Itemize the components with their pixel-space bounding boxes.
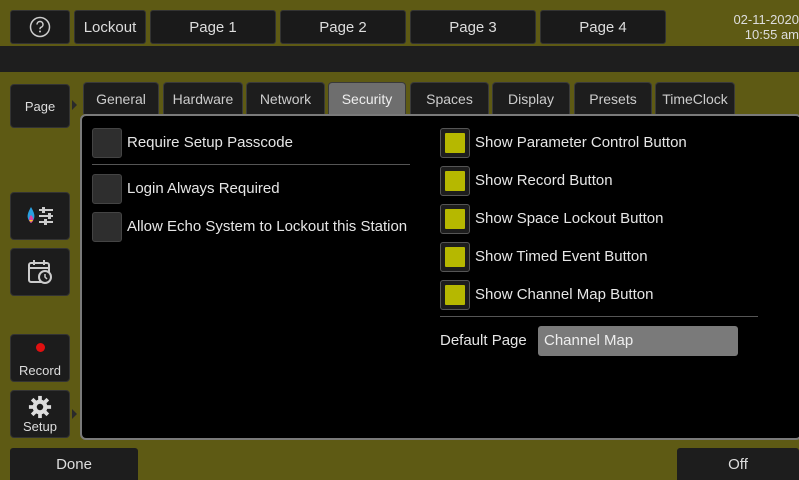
show-space-lockout-label: Show Space Lockout Button	[475, 210, 664, 227]
page-button[interactable]: Page	[10, 84, 70, 128]
page-4-button[interactable]: Page 4	[540, 10, 666, 44]
record-button[interactable]: Record	[10, 334, 70, 382]
default-page-label: Default Page	[440, 332, 527, 349]
tab-hardware[interactable]: Hardware	[163, 82, 243, 114]
show-channel-map-label: Show Channel Map Button	[475, 286, 654, 303]
calendar-clock-icon	[28, 260, 52, 284]
allow-echo-lockout-checkbox[interactable]	[92, 212, 122, 242]
setup-button[interactable]: Setup	[10, 390, 70, 438]
show-record-checkbox[interactable]	[440, 166, 470, 196]
record-dot-icon	[35, 343, 45, 352]
require-setup-passcode-label: Require Setup Passcode	[127, 134, 293, 151]
tab-spaces[interactable]: Spaces	[410, 82, 489, 114]
security-panel: Require Setup Passcode Login Always Requ…	[80, 114, 799, 440]
page-3-button[interactable]: Page 3	[410, 10, 536, 44]
page-button-label: Page	[24, 98, 56, 114]
status-strip	[0, 46, 799, 72]
show-parameter-control-label: Show Parameter Control Button	[475, 134, 687, 151]
left-divider	[92, 164, 410, 165]
show-channel-map-checkbox[interactable]	[440, 280, 470, 310]
off-button[interactable]: Off	[677, 448, 799, 480]
clock-date: 02-11-2020	[733, 12, 799, 27]
right-divider	[440, 316, 758, 317]
clock-time: 10:55 am	[744, 27, 799, 42]
tab-general[interactable]: General	[83, 82, 159, 114]
clock: 02-11-2020 10:55 am	[673, 10, 799, 44]
lockout-button[interactable]: Lockout	[74, 10, 146, 44]
login-always-required-label: Login Always Required	[127, 180, 280, 197]
tab-network[interactable]: Network	[246, 82, 325, 114]
default-page-select[interactable]: Channel Map	[538, 326, 738, 356]
gear-icon	[28, 395, 52, 419]
require-setup-passcode-checkbox[interactable]	[92, 128, 122, 158]
login-always-required-checkbox[interactable]	[92, 174, 122, 204]
allow-echo-lockout-label: Allow Echo System to Lockout this Statio…	[127, 218, 408, 235]
color-sliders-icon	[27, 207, 53, 225]
setup-button-label: Setup	[23, 419, 57, 434]
page-2-button[interactable]: Page 2	[280, 10, 406, 44]
setup-arrow-icon	[72, 409, 77, 419]
done-button[interactable]: Done	[10, 448, 138, 480]
show-parameter-control-checkbox[interactable]	[440, 128, 470, 158]
show-space-lockout-checkbox[interactable]	[440, 204, 470, 234]
color-palette-button[interactable]	[10, 192, 70, 240]
record-button-label: Record	[19, 363, 61, 378]
timed-event-button[interactable]	[10, 248, 70, 296]
show-timed-event-label: Show Timed Event Button	[475, 248, 648, 265]
tab-timeclock[interactable]: TimeClock	[655, 82, 735, 114]
show-record-label: Show Record Button	[475, 172, 613, 189]
tab-presets[interactable]: Presets	[574, 82, 652, 114]
page-1-button[interactable]: Page 1	[150, 10, 276, 44]
page-arrow-icon	[72, 100, 77, 110]
help-button[interactable]	[10, 10, 70, 44]
question-circle-icon	[29, 16, 51, 38]
tab-security[interactable]: Security	[328, 82, 406, 114]
tab-display[interactable]: Display	[492, 82, 570, 114]
show-timed-event-checkbox[interactable]	[440, 242, 470, 272]
